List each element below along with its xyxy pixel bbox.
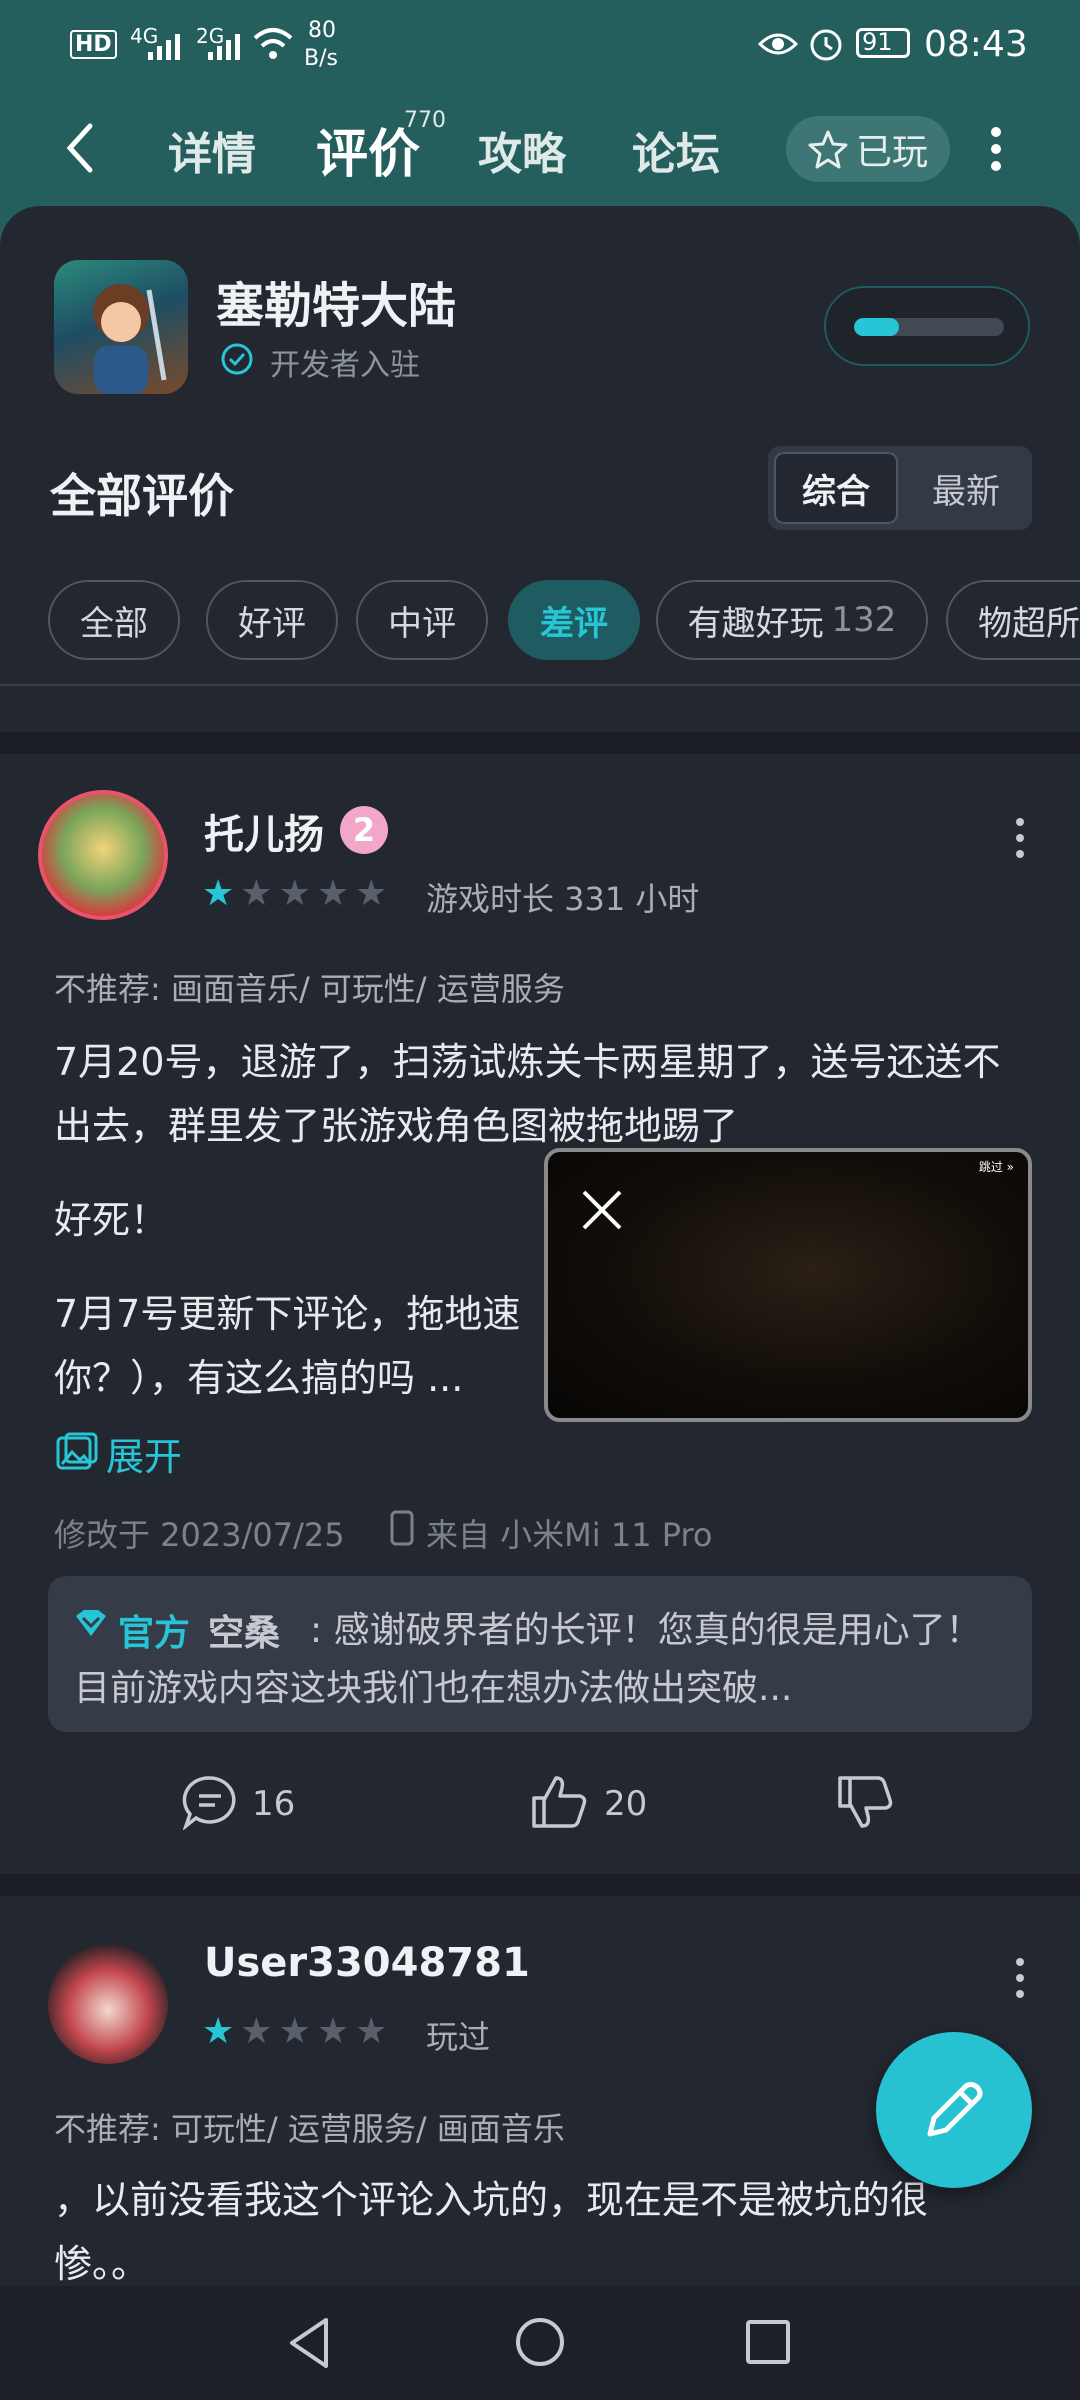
comment-count: 16 xyxy=(252,1784,296,1824)
review-username[interactable]: 托儿扬 xyxy=(204,802,324,860)
tab-reviews-badge: 770 xyxy=(404,108,446,133)
filter-fun-label: 有趣好玩 xyxy=(687,603,824,644)
like-count: 20 xyxy=(604,1784,648,1824)
filter-all[interactable]: 全部 xyxy=(48,580,180,660)
game-icon[interactable] xyxy=(54,260,188,394)
pencil-icon xyxy=(927,2081,983,2137)
tab-details[interactable]: 详情 xyxy=(168,118,256,182)
alarm-icon xyxy=(810,29,842,61)
review-modified-date: 修改于 2023/07/25 xyxy=(54,1516,345,1554)
review-playtime: 游戏时长 331 小时 xyxy=(426,880,700,918)
review-text-p3b: 你？），有这么搞的吗 ... xyxy=(54,1356,464,1400)
game-character-icon xyxy=(93,284,167,394)
star-empty-icon: ★ xyxy=(316,2011,350,2052)
image-icon xyxy=(56,1432,98,1470)
star-filled-icon: ★ xyxy=(202,2011,235,2052)
section-separator-2 xyxy=(0,1874,1080,1896)
more-options-icon-2[interactable] xyxy=(1012,1956,1028,2000)
filter-value[interactable]: 物超所 xyxy=(946,580,1080,660)
battery-level: 91 xyxy=(862,28,893,56)
home-nav-icon[interactable] xyxy=(514,2316,566,2368)
star-empty-icon: ★ xyxy=(278,2011,311,2052)
star-empty-icon: ★ xyxy=(355,873,388,914)
review-tags-2: 不推荐: 可玩性/ 运营服务/ 画面音乐 xyxy=(54,2110,565,2148)
star-empty-icon: ★ xyxy=(278,873,311,914)
star-outline-icon xyxy=(808,130,848,169)
clock: 08:43 xyxy=(924,24,1028,65)
all-reviews-title: 全部评价 xyxy=(50,469,234,523)
tab-guides[interactable]: 攻略 xyxy=(478,118,566,182)
eye-icon xyxy=(758,33,798,55)
skip-badge[interactable]: 跳过 » xyxy=(979,1158,1014,1175)
review-avatar[interactable] xyxy=(38,790,168,920)
hd-icon: HD xyxy=(70,30,117,59)
review-rating: ★ ★ ★ ★ ★ xyxy=(202,876,387,912)
signal-bars-icon xyxy=(148,34,180,60)
thumbs-down-icon[interactable] xyxy=(836,1774,894,1832)
system-nav-bar xyxy=(0,2286,1080,2400)
star-empty-icon: ★ xyxy=(240,873,273,914)
filter-neutral[interactable]: 中评 xyxy=(356,580,488,660)
net-speed-unit: B/s xyxy=(304,46,338,71)
review-avatar-2[interactable] xyxy=(48,1944,168,2064)
filter-fun[interactable]: 有趣好玩 132 xyxy=(656,580,928,660)
filter-negative[interactable]: 差评 xyxy=(508,580,640,660)
more-vertical-icon[interactable] xyxy=(988,124,1004,174)
wifi-icon xyxy=(253,28,293,59)
sort-comprehensive[interactable]: 综合 xyxy=(774,452,898,524)
section-separator xyxy=(0,732,1080,754)
review-text-p1: 7月20号，退游了，扫荡试炼关卡两星期了，送号还送不出去，群里发了张游戏角色图被… xyxy=(54,1040,1001,1148)
review-username-2[interactable]: User33048781 xyxy=(204,1940,530,1986)
review-text-2a: ，以前没看我这个评论入坑的，现在是不是被坑的很 xyxy=(54,2178,929,2222)
filter-fun-count: 132 xyxy=(831,600,897,640)
star-empty-icon: ★ xyxy=(240,2011,273,2052)
developer-verified-label: 开发者入驻 xyxy=(270,348,420,383)
verified-check-icon xyxy=(221,343,253,375)
official-reply-content: 感谢破界者的长评！您真的很是用心了！目前游戏内容这块我们也在想办法做出突破... xyxy=(74,1610,982,1709)
review-text-p3a: 7月7号更新下评论，拖地速 xyxy=(54,1292,521,1336)
review-device: 来自 小米Mi 11 Pro xyxy=(426,1516,713,1554)
filter-positive[interactable]: 好评 xyxy=(206,580,338,660)
star-empty-icon: ★ xyxy=(316,873,350,914)
star-empty-icon: ★ xyxy=(355,2011,388,2052)
review-played-2: 玩过 xyxy=(426,2018,491,2056)
back-nav-icon[interactable] xyxy=(286,2316,334,2370)
game-progress-pill xyxy=(824,286,1030,366)
floating-video-player[interactable]: 跳过 » xyxy=(544,1148,1032,1422)
tab-forum[interactable]: 论坛 xyxy=(632,118,720,182)
comment-icon[interactable] xyxy=(182,1774,238,1830)
user-level-badge: 2 xyxy=(340,806,388,854)
official-reply-text: : 感谢破界者的长评！您真的很是用心了！目前游戏内容这块我们也在想办法做出突破.… xyxy=(74,1610,982,1709)
played-button[interactable]: 已玩 xyxy=(786,116,950,182)
sort-toggle: 综合 最新 xyxy=(768,446,1032,530)
signal-bars-icon-2 xyxy=(208,34,240,60)
status-bar: HD 4G 2G 80 B/s 91 08:43 xyxy=(0,0,1080,90)
back-icon[interactable] xyxy=(64,122,96,174)
game-title: 塞勒特大陆 xyxy=(216,278,457,334)
review-rating-2: ★ ★ ★ ★ ★ xyxy=(202,2014,387,2050)
more-options-icon[interactable] xyxy=(1012,816,1028,860)
star-filled-icon: ★ xyxy=(202,873,235,914)
progress-fill xyxy=(854,318,899,336)
progress-track xyxy=(854,318,1004,336)
phone-icon xyxy=(390,1510,414,1546)
recents-nav-icon[interactable] xyxy=(744,2318,792,2366)
review-text-p2: 好死！ xyxy=(54,1198,169,1242)
review-tags: 不推荐: 画面音乐/ 可玩性/ 运营服务 xyxy=(54,970,565,1008)
list-top-divider xyxy=(0,684,1080,686)
played-label: 已玩 xyxy=(855,132,928,173)
close-icon[interactable] xyxy=(578,1186,626,1234)
expand-link[interactable]: 展开 xyxy=(106,1426,182,1481)
sort-latest[interactable]: 最新 xyxy=(904,452,1028,524)
write-review-button[interactable] xyxy=(876,2032,1032,2188)
net-speed: 80 xyxy=(308,18,336,43)
thumbs-up-icon[interactable] xyxy=(530,1772,588,1830)
